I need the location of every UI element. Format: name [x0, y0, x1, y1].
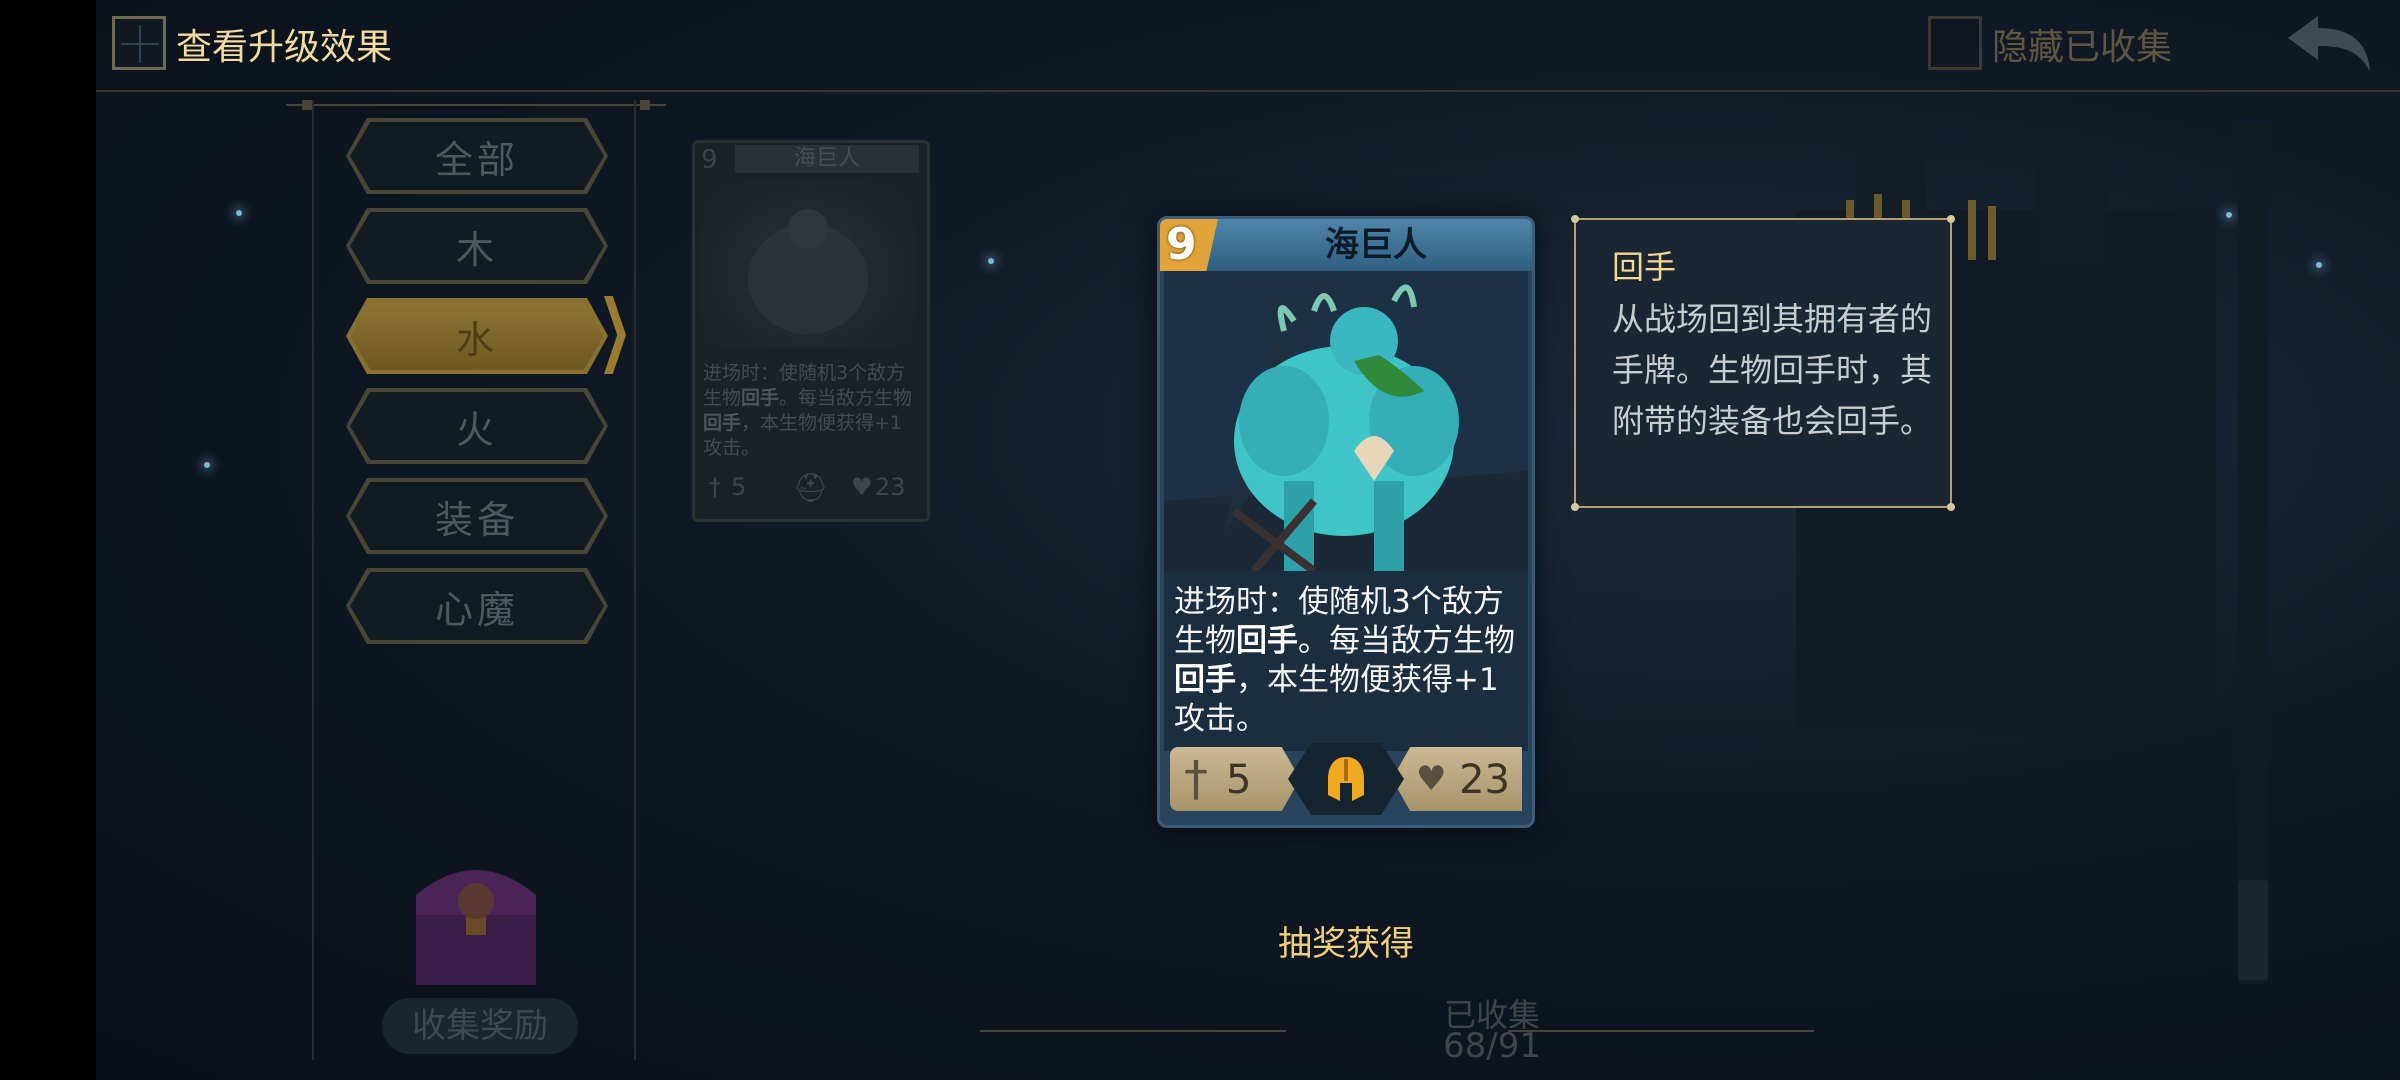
card-detail: 9 海巨人 进场时：使随机3个敌方生物回手。每当敌方生物回手，本生物便获得+1攻… [1157, 216, 1535, 828]
tab-label: 火 [455, 407, 498, 452]
tab-label: 心魔 [434, 587, 519, 632]
treasure-chest-icon[interactable] [396, 835, 556, 995]
tab-water[interactable]: 水 [346, 298, 608, 374]
hide-collected-label: 隐藏已收集 [1992, 27, 2173, 68]
tab-label: 水 [455, 317, 498, 362]
attack-value: 5 [731, 473, 747, 501]
star-sparkle [204, 462, 210, 468]
tab-label: 装备 [434, 497, 519, 542]
collected-count: 68/91 [1443, 1026, 1541, 1066]
collection-reward-button[interactable]: 收集奖励 [382, 998, 578, 1054]
divider-left [980, 1030, 1286, 1032]
heart-icon: ♥ [1416, 759, 1447, 799]
card-cost: 9 [701, 145, 718, 175]
top-bar: 查看升级效果 隐藏已收集 [96, 0, 2400, 92]
tab-fire[interactable]: 火 [346, 388, 608, 464]
tooltip-title: 回手 [1612, 248, 1677, 286]
card-name: 海巨人 [1325, 225, 1427, 265]
obtain-method-label: 抽奖获得 [1278, 924, 1414, 964]
sea-giant-artwork [1164, 271, 1528, 571]
scrollbar-track[interactable] [2238, 124, 2268, 984]
game-screen: 查看升级效果 隐藏已收集 全部 木 水 火 装备 心魔 收集奖励 9 海巨人 进… [96, 0, 2400, 1080]
health-value: 23 [1459, 757, 1510, 803]
dagger-icon: † [709, 473, 721, 501]
star-sparkle [988, 258, 994, 264]
attack-value: 5 [1226, 757, 1252, 803]
keyword-tooltip: 回手 从战场回到其拥有者的手牌。生物回手时，其附带的装备也会回手。 [1571, 215, 1955, 511]
card-description: 进场时：使随机3个敌方生物回手。每当敌方生物回手，本生物便获得+1攻击。 [1164, 571, 1528, 751]
card-thumbnail[interactable]: 9 海巨人 进场时：使随机3个敌方生物回手。每当敌方生物回手，本生物便获得+1攻… [692, 140, 930, 522]
star-sparkle [2316, 262, 2322, 268]
tab-wood[interactable]: 木 [346, 208, 608, 284]
dagger-icon: † [1184, 751, 1208, 807]
card-stats: † 5 ♥ 23 [1168, 739, 1524, 817]
heart-icon: ♥ [851, 473, 873, 501]
attack-stat: † 5 [1170, 747, 1300, 811]
hide-collected-checkbox[interactable] [1928, 16, 1982, 70]
upgrade-effect-checkbox[interactable] [112, 16, 166, 70]
star-sparkle [236, 210, 242, 216]
tab-equipment[interactable]: 装备 [346, 478, 608, 554]
card-description: 进场时：使随机3个敌方生物回手。每当敌方生物回手，本生物便获得+1攻击。 [703, 362, 913, 459]
helmet-icon [1328, 757, 1364, 801]
card-stats: † 5 ⛑ ♥ 23 [701, 465, 917, 511]
upgrade-effect-label: 查看升级效果 [176, 27, 393, 68]
health-stat: ♥ 23 [1392, 747, 1522, 811]
scrollbar-thumb[interactable] [2238, 880, 2268, 980]
tab-label: 木 [455, 227, 498, 272]
tab-label: 全部 [434, 137, 519, 182]
tooltip-body: 从战场回到其拥有者的手牌。生物回手时，其附带的装备也会回手。 [1612, 300, 1933, 440]
helmet-icon: ⛑ [793, 471, 829, 504]
card-artwork [701, 179, 915, 349]
tab-demon[interactable]: 心魔 [346, 568, 608, 644]
health-value: 23 [875, 473, 906, 501]
back-arrow-icon[interactable] [2284, 12, 2374, 76]
class-badge [1288, 743, 1404, 815]
card-name: 海巨人 [735, 145, 919, 173]
tab-all[interactable]: 全部 [346, 118, 608, 194]
